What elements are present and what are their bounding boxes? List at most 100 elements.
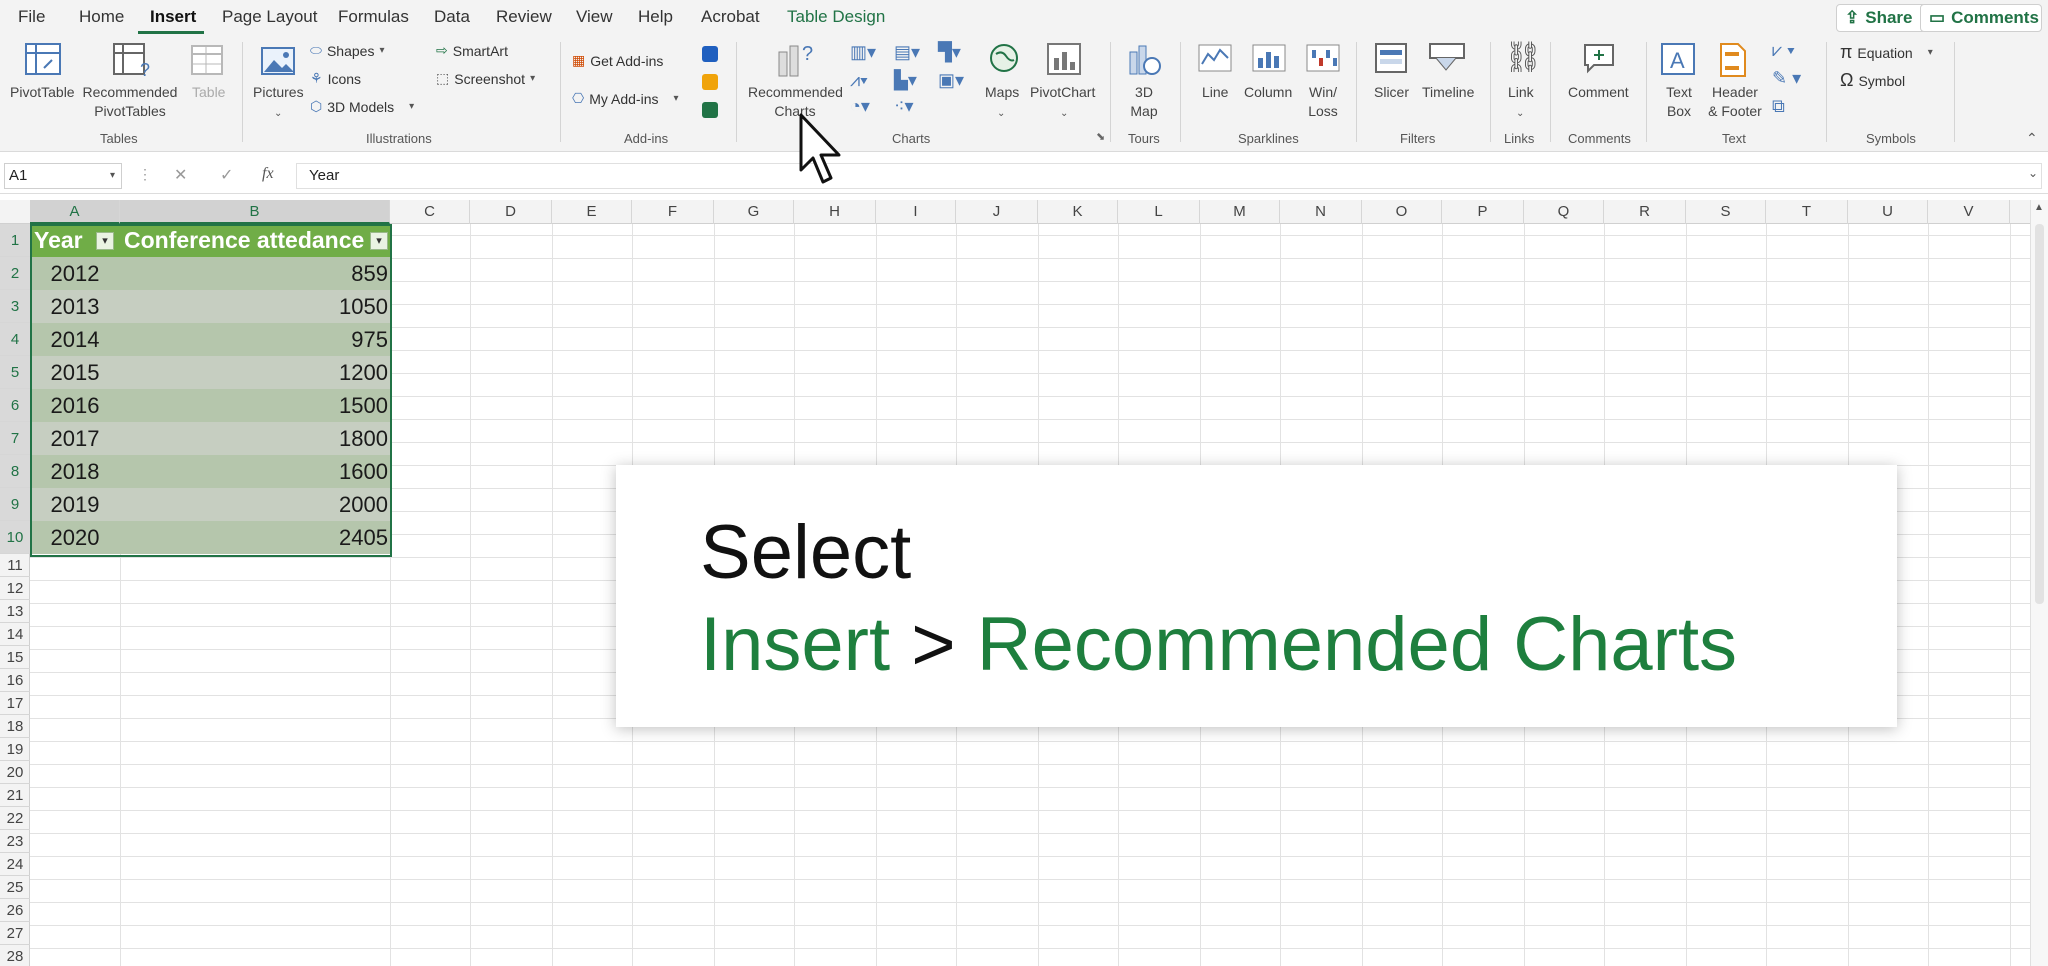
row-header-27[interactable]: 27 bbox=[0, 922, 30, 945]
shapes-button[interactable]: ⬭ Shapes ▾ bbox=[310, 42, 384, 59]
row-header-2[interactable]: 2 bbox=[0, 257, 30, 290]
pivottable-button[interactable]: PivotTable bbox=[10, 83, 75, 102]
scroll-up-icon[interactable]: ▲ bbox=[2034, 202, 2044, 213]
sparkline-column-button[interactable]: Column bbox=[1244, 83, 1292, 102]
waterfall-chart-icon[interactable]: ▜▾ bbox=[938, 42, 961, 63]
maps-button[interactable]: Maps bbox=[985, 83, 1019, 102]
hierarchy-chart-icon[interactable]: ▤▾ bbox=[894, 42, 920, 63]
scrollbar-thumb[interactable] bbox=[2035, 224, 2044, 604]
table-cell-year[interactable]: 2020 bbox=[30, 521, 120, 554]
row-header-6[interactable]: 6 bbox=[0, 389, 30, 422]
table-button[interactable]: Table bbox=[192, 83, 225, 102]
table-cell-year[interactable]: 2019 bbox=[30, 488, 120, 521]
table-cell-year[interactable]: 2016 bbox=[30, 389, 120, 422]
share-button[interactable]: ⇪ Share bbox=[1836, 4, 1926, 32]
pivotchart-button[interactable]: PivotChart bbox=[1030, 83, 1095, 102]
row-header-15[interactable]: 15 bbox=[0, 646, 30, 669]
column-header-q[interactable]: Q bbox=[1524, 200, 1604, 224]
row-header-9[interactable]: 9 bbox=[0, 488, 30, 521]
comments-button[interactable]: ▭ Comments bbox=[1920, 4, 2042, 32]
line-chart-icon[interactable]: ⩘▾ bbox=[850, 70, 868, 91]
row-header-21[interactable]: 21 bbox=[0, 784, 30, 807]
row-header-26[interactable]: 26 bbox=[0, 899, 30, 922]
vertical-scrollbar[interactable]: ▲ bbox=[2030, 200, 2048, 966]
object-icon[interactable]: ⧉ bbox=[1772, 96, 1785, 117]
icons-button[interactable]: ⚘ Icons bbox=[310, 70, 361, 87]
signature-line-icon[interactable]: ✎ ▾ bbox=[1772, 68, 1801, 89]
row-header-16[interactable]: 16 bbox=[0, 669, 30, 692]
row-header-7[interactable]: 7 bbox=[0, 422, 30, 455]
table-cell-attendance[interactable]: 2000 bbox=[120, 488, 392, 521]
insert-function-icon[interactable]: fx bbox=[262, 165, 274, 183]
column-header-s[interactable]: S bbox=[1686, 200, 1766, 224]
equation-button[interactable]: π Equation ▾ bbox=[1840, 42, 1933, 63]
row-header-3[interactable]: 3 bbox=[0, 290, 30, 323]
smartart-button[interactable]: ⇨ SmartArt bbox=[436, 42, 508, 59]
tab-file[interactable]: File bbox=[18, 7, 45, 27]
row-header-1[interactable]: 1 bbox=[0, 224, 30, 257]
table-cell-year[interactable]: 2017 bbox=[30, 422, 120, 455]
row-header-17[interactable]: 17 bbox=[0, 692, 30, 715]
column-header-t[interactable]: T bbox=[1766, 200, 1848, 224]
table-cell-attendance[interactable]: 975 bbox=[120, 323, 392, 356]
row-header-18[interactable]: 18 bbox=[0, 715, 30, 738]
tab-acrobat[interactable]: Acrobat bbox=[701, 7, 760, 27]
row-header-13[interactable]: 13 bbox=[0, 600, 30, 623]
column-header-k[interactable]: K bbox=[1038, 200, 1118, 224]
column-header-r[interactable]: R bbox=[1604, 200, 1686, 224]
sparkline-line-button[interactable]: Line bbox=[1202, 83, 1228, 102]
column-header-o[interactable]: O bbox=[1362, 200, 1442, 224]
wordart-icon[interactable]: ⩗ ▾ bbox=[1772, 40, 1795, 61]
row-header-24[interactable]: 24 bbox=[0, 853, 30, 876]
row-header-10[interactable]: 10 bbox=[0, 521, 30, 554]
column-header-c[interactable]: C bbox=[390, 200, 470, 224]
scatter-chart-icon[interactable]: ⁖▾ bbox=[894, 96, 914, 117]
comment-button[interactable]: Comment bbox=[1568, 83, 1629, 102]
table-cell-attendance[interactable]: 1050 bbox=[120, 290, 392, 323]
my-addins-button[interactable]: ⎔ My Add-ins ▾ bbox=[572, 90, 679, 107]
table-cell-year[interactable]: 2014 bbox=[30, 323, 120, 356]
column-header-b[interactable]: B bbox=[120, 200, 390, 224]
table-cell-attendance[interactable]: 1600 bbox=[120, 455, 392, 488]
row-header-14[interactable]: 14 bbox=[0, 623, 30, 646]
tab-table-design[interactable]: Table Design bbox=[787, 7, 885, 27]
pie-chart-icon[interactable]: ◔▾ bbox=[850, 96, 870, 117]
table-header-attendance[interactable]: Conference attedance bbox=[120, 224, 392, 257]
row-header-12[interactable]: 12 bbox=[0, 577, 30, 600]
textbox-button[interactable]: Text Box bbox=[1664, 83, 1694, 121]
column-header-u[interactable]: U bbox=[1848, 200, 1928, 224]
tab-view[interactable]: View bbox=[576, 7, 613, 27]
column-header-m[interactable]: M bbox=[1200, 200, 1280, 224]
column-header-a[interactable]: A bbox=[30, 200, 120, 224]
table-cell-attendance[interactable]: 859 bbox=[120, 257, 392, 290]
column-header-d[interactable]: D bbox=[470, 200, 552, 224]
link-button[interactable]: Link bbox=[1508, 83, 1534, 102]
column-header-n[interactable]: N bbox=[1280, 200, 1362, 224]
enter-icon[interactable]: ✓ bbox=[220, 165, 233, 185]
cancel-icon[interactable]: ✕ bbox=[174, 165, 187, 185]
tab-data[interactable]: Data bbox=[434, 7, 470, 27]
visio-icon[interactable] bbox=[702, 46, 718, 62]
header-footer-button[interactable]: Header & Footer bbox=[1704, 83, 1766, 121]
recommended-pivottables-button[interactable]: Recommended PivotTables bbox=[82, 83, 178, 121]
column-header-f[interactable]: F bbox=[632, 200, 714, 224]
symbol-button[interactable]: Ω Symbol bbox=[1840, 70, 1905, 91]
row-header-22[interactable]: 22 bbox=[0, 807, 30, 830]
charts-dialog-launcher-icon[interactable]: ⬊ bbox=[1096, 130, 1105, 143]
screenshot-button[interactable]: ⬚ Screenshot ▾ bbox=[436, 70, 535, 87]
row-header-28[interactable]: 28 bbox=[0, 945, 30, 966]
formula-input[interactable]: Year bbox=[296, 163, 2042, 189]
table-cell-year[interactable]: 2013 bbox=[30, 290, 120, 323]
bing-icon[interactable] bbox=[702, 74, 718, 90]
tab-help[interactable]: Help bbox=[638, 7, 673, 27]
filter-dropdown-icon[interactable]: ▾ bbox=[96, 232, 114, 250]
column-header-v[interactable]: V bbox=[1928, 200, 2010, 224]
table-cell-year[interactable]: 2018 bbox=[30, 455, 120, 488]
column-chart-icon[interactable]: ▥▾ bbox=[850, 42, 876, 63]
column-header-p[interactable]: P bbox=[1442, 200, 1524, 224]
tab-formulas[interactable]: Formulas bbox=[338, 7, 409, 27]
sparkline-winloss-button[interactable]: Win/Loss bbox=[1306, 83, 1340, 121]
table-cell-attendance[interactable]: 1200 bbox=[120, 356, 392, 389]
get-addins-button[interactable]: ▦ Get Add-ins bbox=[572, 52, 663, 69]
tab-review[interactable]: Review bbox=[496, 7, 552, 27]
